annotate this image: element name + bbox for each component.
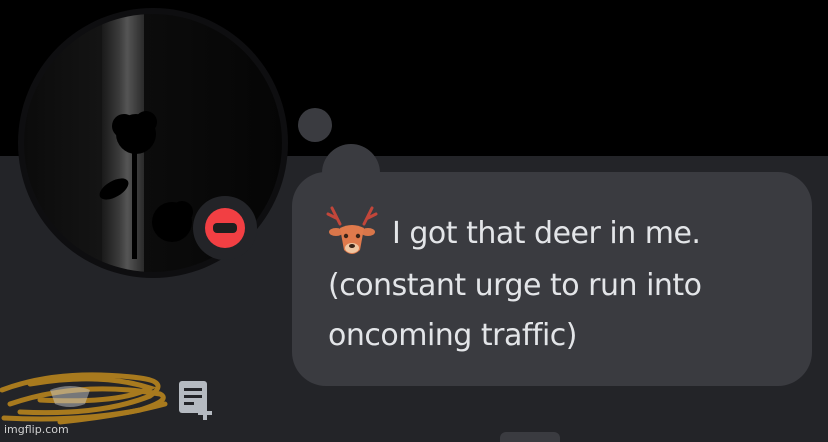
deer-emoji-icon [326, 206, 378, 254]
add-note-icon[interactable] [176, 378, 220, 422]
dnd-status-indicator [193, 196, 257, 260]
dnd-icon [205, 208, 245, 248]
watermark: imgflip.com [4, 423, 69, 436]
status-text-line-1: I got that deer in me. [392, 216, 701, 251]
thought-dot-small [298, 108, 332, 142]
status-text-line-3: oncoming traffic) [328, 318, 578, 353]
status-text-line-2: (constant urge to run into [328, 268, 702, 303]
rose-silhouette-icon [99, 111, 193, 259]
bottom-element [500, 432, 560, 442]
custom-status-bubble[interactable]: I got that deer in me. (constant urge to… [292, 172, 812, 386]
